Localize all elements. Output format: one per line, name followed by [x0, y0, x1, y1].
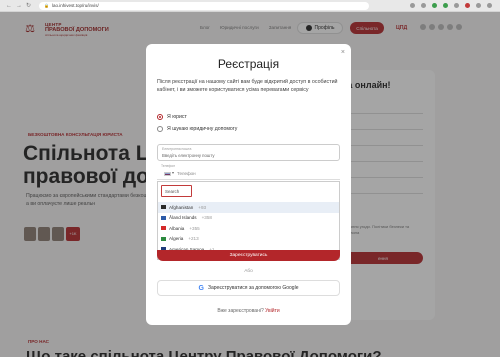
flag-icon: [161, 226, 166, 231]
email-field[interactable]: Електронна пошта Введіть електронну пошт…: [157, 144, 340, 161]
radio-unchecked-icon: [157, 126, 163, 132]
forward-icon[interactable]: →: [16, 0, 22, 12]
phone-field[interactable]: Телефон ▾ Телефон: [157, 163, 340, 180]
extension-icon[interactable]: [465, 3, 470, 8]
modal-title: Реєстрація: [217, 57, 280, 71]
register-button[interactable]: Зареєструватись: [157, 250, 340, 261]
google-signup-button[interactable]: G Зареєструватися за допомогою Google: [157, 280, 340, 296]
extension-icon[interactable]: [410, 3, 415, 8]
reload-icon[interactable]: ↻: [26, 0, 31, 12]
extensions-bar: [410, 3, 500, 8]
radio-seek-help[interactable]: Я шукаю юридичну допомогу: [157, 126, 237, 132]
extension-icon[interactable]: [421, 3, 426, 8]
chevron-down-icon[interactable]: ▾: [172, 170, 174, 175]
radio-checked-icon: [157, 114, 163, 120]
google-icon: G: [198, 284, 204, 292]
radio-lawyer[interactable]: Я юрист: [157, 114, 187, 120]
url-text: lao.inhivest.top/ru/invis/: [52, 3, 99, 8]
radio-seek-label: Я шукаю юридичну допомогу: [167, 126, 238, 132]
login-prompt: Вже зареєстровані? Увійти: [217, 308, 280, 314]
registration-modal: × Реєстрація Після реєстрації на нашому …: [146, 44, 351, 325]
browser-nav: ← → ↻: [0, 0, 31, 12]
phone-placeholder: Телефон: [177, 171, 196, 176]
radio-lawyer-label: Я юрист: [167, 114, 187, 120]
flag-icon: [161, 215, 166, 220]
browser-toolbar: ← → ↻ 🔒 lao.inhivest.top/ru/invis/: [0, 0, 500, 12]
phone-label: Телефон: [161, 164, 176, 168]
extension-icon[interactable]: [476, 3, 481, 8]
email-label: Електронна пошта: [162, 147, 192, 151]
country-option[interactable]: Afghanistan +93: [158, 202, 339, 213]
google-signup-label: Зареєструватися за допомогою Google: [207, 285, 299, 291]
country-option[interactable]: Åland Islands +358: [158, 213, 339, 224]
extension-icon[interactable]: [443, 3, 448, 8]
country-search-input[interactable]: Search: [161, 185, 192, 197]
country-option[interactable]: Albania +355: [158, 223, 339, 234]
ukraine-flag-icon[interactable]: [164, 172, 171, 176]
extension-icon[interactable]: [487, 3, 492, 8]
login-link[interactable]: Увійти: [265, 308, 280, 314]
close-icon[interactable]: ×: [341, 49, 345, 56]
extension-icon[interactable]: [454, 3, 459, 8]
extension-icon[interactable]: [432, 3, 437, 8]
lock-icon: 🔒: [44, 3, 50, 8]
modal-description: Після реєстрації на нашому сайті вам буд…: [157, 79, 338, 93]
country-dropdown[interactable]: Search Afghanistan +93 Åland Islands +35…: [157, 181, 340, 260]
email-placeholder: Введіть електронну пошту: [162, 153, 215, 158]
flag-icon: [161, 205, 166, 210]
address-bar[interactable]: 🔒 lao.inhivest.top/ru/invis/: [39, 1, 370, 10]
country-option[interactable]: Algeria +213: [158, 234, 339, 245]
or-divider: Або: [244, 269, 253, 274]
back-icon[interactable]: ←: [6, 0, 12, 12]
flag-icon: [161, 236, 166, 241]
country-list: Afghanistan +93 Åland Islands +358 Alban…: [158, 202, 339, 255]
